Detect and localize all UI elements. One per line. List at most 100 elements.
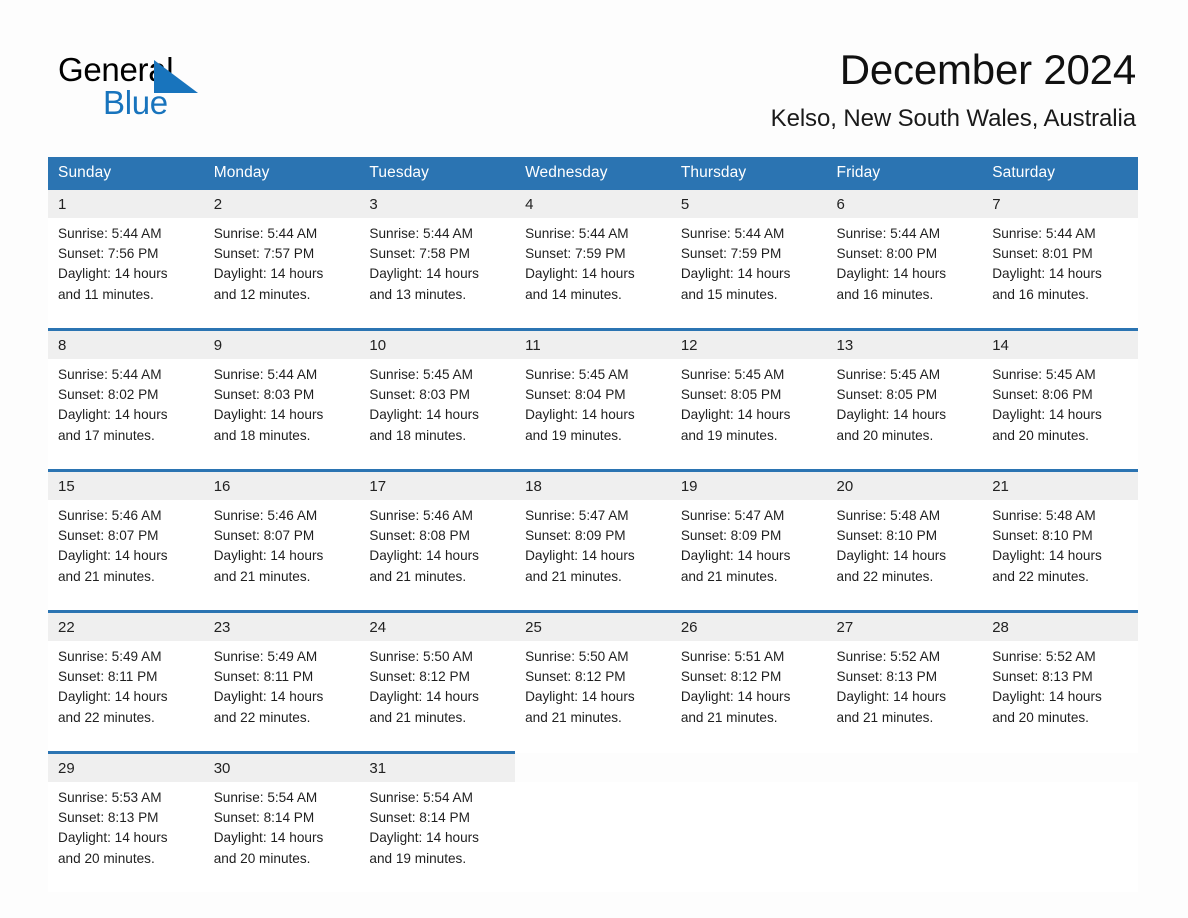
weekday-header-tuesday: Tuesday: [359, 157, 516, 190]
day-number-cell[interactable]: 28: [982, 610, 1138, 641]
day-detail-cell: Sunrise: 5:45 AM Sunset: 8:04 PM Daylight:…: [515, 359, 671, 471]
day-number-cell[interactable]: 12: [670, 328, 827, 359]
day-daylight-line2-text: and 17 minutes.: [58, 427, 155, 443]
day-sunrise-text: Sunrise: 5:48 AM: [836, 508, 941, 523]
week-date-row: 29 30 31: [48, 751, 1138, 783]
day-daylight-line2-text: and 20 minutes.: [836, 427, 934, 443]
day-daylight-line1-text: Daylight: 14 hours: [525, 548, 635, 564]
day-number-cell[interactable]: 7: [982, 190, 1138, 218]
day-number-cell[interactable]: 20: [826, 469, 983, 500]
week-info-row: Sunrise: 5:53 AM Sunset: 8:13 PM Daylight:…: [48, 782, 1138, 892]
day-daylight-line1-text: Daylight: 14 hours: [992, 407, 1102, 423]
day-daylight-line2-text: and 21 minutes.: [369, 709, 467, 725]
day-sunset-text: Sunset: 7:56 PM: [58, 246, 159, 262]
day-number-cell[interactable]: 26: [670, 610, 827, 641]
day-number-cell[interactable]: 6: [826, 190, 983, 218]
day-sunrise-text: Sunrise: 5:52 AM: [836, 649, 941, 664]
day-detail-empty: [515, 782, 671, 892]
day-number-cell[interactable]: 30: [203, 751, 360, 782]
title-block: December 2024 Kelso, New South Wales, Au…: [771, 44, 1137, 134]
day-daylight-line2-text: and 21 minutes.: [525, 709, 622, 725]
day-number-cell[interactable]: 16: [203, 469, 360, 500]
calendar-header-row: Sunday Monday Tuesday Wednesday Thursday Frid…: [48, 157, 1138, 190]
day-daylight-line1-text: Daylight: 14 hours: [525, 689, 635, 705]
day-sunset-text: Sunset: 7:59 PM: [525, 246, 626, 262]
day-sunset-text: Sunset: 8:10 PM: [992, 528, 1093, 544]
day-sunset-text: Sunset: 7:59 PM: [680, 246, 782, 262]
day-daylight-line2-text: and 21 minutes.: [369, 568, 467, 584]
day-detail-cell: Sunrise: 5:54 AM Sunset: 8:14 PM Daylight:…: [203, 782, 360, 892]
day-daylight-line1-text: Daylight: 14 hours: [369, 548, 479, 564]
day-number-cell[interactable]: 29: [48, 751, 204, 782]
day-number-cell[interactable]: 15: [48, 469, 204, 500]
day-number-cell[interactable]: 1: [48, 190, 204, 218]
general-blue-logo[interactable]: General Blue: [58, 50, 358, 130]
day-number-cell[interactable]: 22: [48, 610, 204, 641]
day-sunrise-text: Sunrise: 5:48 AM: [992, 508, 1096, 523]
day-daylight-line2-text: and 19 minutes.: [680, 427, 778, 443]
day-daylight-line2-text: and 21 minutes.: [58, 568, 155, 584]
week-date-row: 8 9 10 11 12 13 14: [48, 328, 1138, 359]
week-date-row: 22 23 24 25 26 27 28: [48, 610, 1138, 641]
day-detail-cell: Sunrise: 5:52 AM Sunset: 8:13 PM Daylight:…: [826, 641, 983, 753]
day-daylight-line2-text: and 21 minutes.: [525, 568, 622, 584]
day-sunrise-text: Sunrise: 5:44 AM: [213, 226, 318, 241]
day-number-cell[interactable]: 17: [359, 469, 516, 500]
day-detail-cell: Sunrise: 5:46 AM Sunset: 8:07 PM Daylight:…: [203, 500, 360, 612]
day-sunset-text: Sunset: 8:13 PM: [58, 810, 159, 826]
day-sunrise-text: Sunrise: 5:44 AM: [680, 226, 785, 241]
day-detail-cell: Sunrise: 5:44 AM Sunset: 8:03 PM Daylight:…: [203, 359, 360, 471]
day-daylight-line2-text: and 20 minutes.: [992, 709, 1089, 725]
day-number-cell[interactable]: 23: [203, 610, 360, 641]
calendar-grid: Sunday Monday Tuesday Wednesday Thursday Frid…: [48, 157, 1138, 892]
day-number-cell[interactable]: 10: [359, 328, 516, 359]
day-number-cell[interactable]: 11: [515, 328, 671, 359]
day-number-cell[interactable]: 2: [203, 190, 360, 218]
day-detail-cell: Sunrise: 5:52 AM Sunset: 8:13 PM Daylight:…: [982, 641, 1138, 753]
day-number-cell[interactable]: 27: [826, 610, 983, 641]
day-sunrise-text: Sunrise: 5:44 AM: [58, 226, 162, 241]
day-daylight-line2-text: and 16 minutes.: [992, 286, 1089, 302]
day-sunset-text: Sunset: 8:03 PM: [213, 387, 315, 403]
day-number-cell[interactable]: 21: [982, 469, 1138, 500]
page-title: December 2024: [839, 46, 1136, 93]
day-daylight-line2-text: and 14 minutes.: [525, 286, 622, 302]
day-daylight-line1-text: Daylight: 14 hours: [58, 689, 168, 705]
day-detail-cell: Sunrise: 5:46 AM Sunset: 8:07 PM Daylight:…: [48, 500, 204, 612]
day-number-empty: [515, 753, 671, 783]
day-detail-cell: Sunrise: 5:48 AM Sunset: 8:10 PM Daylight:…: [982, 500, 1138, 612]
day-sunrise-text: Sunrise: 5:47 AM: [525, 508, 629, 523]
day-number-cell[interactable]: 25: [515, 610, 671, 641]
week-date-row: 1234567: [48, 190, 1138, 218]
day-detail-cell: Sunrise: 5:53 AM Sunset: 8:13 PM Daylight:…: [48, 782, 204, 892]
day-sunrise-text: Sunrise: 5:49 AM: [58, 649, 162, 664]
day-number-cell[interactable]: 5: [670, 190, 827, 218]
day-number-cell[interactable]: 9: [203, 328, 360, 359]
day-daylight-line1-text: Daylight: 14 hours: [369, 266, 479, 282]
day-daylight-line1-text: Daylight: 14 hours: [836, 266, 947, 282]
day-number-cell[interactable]: 13: [826, 328, 983, 359]
day-number-cell[interactable]: 31: [359, 751, 516, 782]
day-detail-cell: Sunrise: 5:49 AM Sunset: 8:11 PM Daylight:…: [48, 641, 204, 753]
day-sunrise-text: Sunrise: 5:50 AM: [369, 649, 473, 664]
day-daylight-line1-text: Daylight: 14 hours: [213, 548, 324, 564]
day-daylight-line2-text: and 22 minutes.: [213, 709, 311, 725]
day-daylight-line2-text: and 22 minutes.: [58, 709, 155, 725]
day-sunrise-text: Sunrise: 5:45 AM: [680, 367, 785, 382]
weekday-header-wednesday: Wednesday: [515, 157, 671, 190]
week-info-row: Sunrise: 5:44 AM Sunset: 7:56 PM Daylight:…: [48, 218, 1138, 330]
weekday-header-saturday: Saturday: [982, 157, 1138, 190]
week-date-row: 15 16 17 18 19 20 21: [48, 469, 1138, 500]
day-number-cell[interactable]: 4: [515, 190, 671, 218]
day-number-cell[interactable]: 24: [359, 610, 516, 641]
day-daylight-line2-text: and 18 minutes.: [369, 427, 467, 443]
day-daylight-line2-text: and 15 minutes.: [680, 286, 778, 302]
calendar-table: Sunday Monday Tuesday Wednesday Thursday Frid…: [48, 157, 1138, 892]
day-number-cell[interactable]: 8: [48, 328, 204, 359]
day-number-cell[interactable]: 19: [670, 469, 827, 500]
day-number-cell[interactable]: 14: [982, 328, 1138, 359]
day-sunset-text: Sunset: 8:14 PM: [213, 810, 315, 826]
day-number-cell[interactable]: 3: [359, 190, 516, 218]
day-number-cell[interactable]: 18: [515, 469, 671, 500]
day-sunrise-text: Sunrise: 5:53 AM: [58, 790, 162, 805]
